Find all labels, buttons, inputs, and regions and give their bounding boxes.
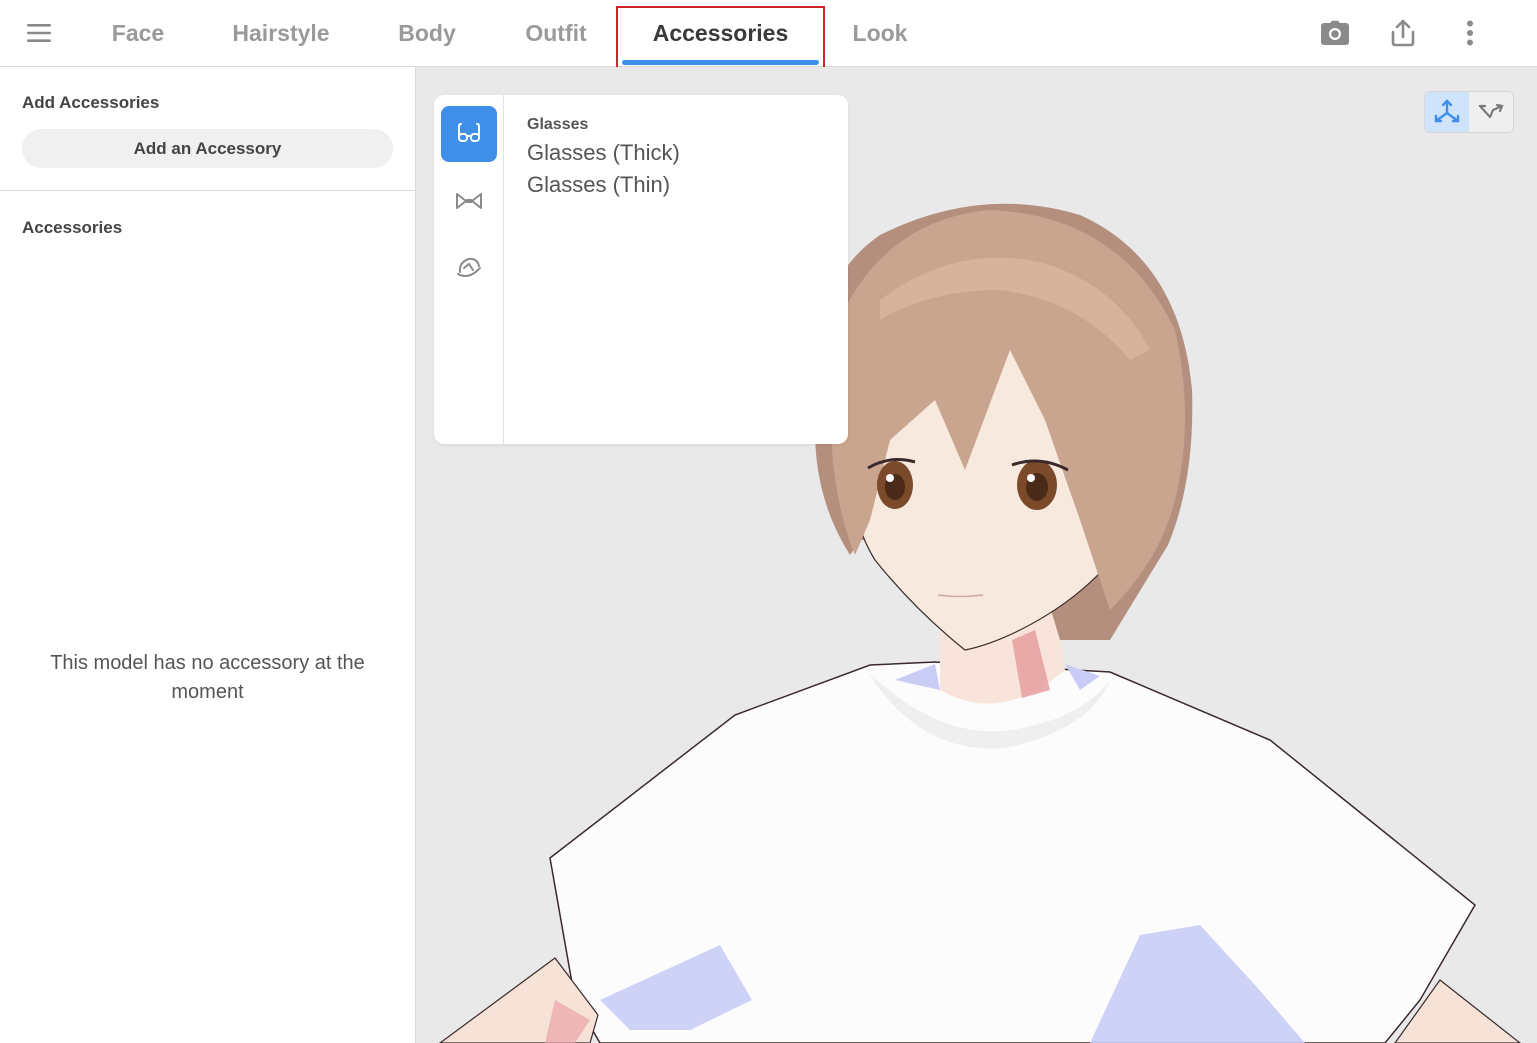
add-accessories-heading: Add Accessories	[22, 93, 160, 112]
share-button[interactable]	[1383, 14, 1423, 52]
active-tab-indicator	[622, 60, 819, 65]
more-vertical-icon	[1467, 20, 1473, 46]
menu-button[interactable]	[22, 18, 56, 48]
tab-outfit[interactable]: Outfit	[514, 0, 598, 66]
tab-hairstyle[interactable]: Hairstyle	[222, 0, 340, 66]
accessory-category-bar	[434, 95, 504, 444]
glasses-icon	[458, 123, 480, 142]
camera-button[interactable]	[1315, 14, 1355, 52]
accessories-list-heading: Accessories	[22, 218, 123, 237]
menu-icon	[27, 24, 51, 42]
axes-icon	[1434, 99, 1460, 123]
top-bar: Face Hairstyle Body Outfit Accessories L…	[0, 0, 1537, 74]
tab-look[interactable]: Look	[842, 0, 918, 66]
share-icon	[1391, 19, 1415, 47]
add-accessory-button[interactable]: Add an Accessory	[22, 129, 393, 168]
pose-view-button[interactable]	[1469, 92, 1513, 132]
bow-tie-icon	[456, 193, 482, 209]
accessories-panel: Add Accessories Add an Accessory Accesso…	[0, 67, 416, 1043]
camera-icon	[1321, 20, 1349, 45]
view-mode-toggle	[1424, 91, 1514, 133]
axes-view-button[interactable]	[1425, 92, 1469, 132]
tab-body[interactable]: Body	[390, 0, 464, 66]
accessory-option-glasses-thin[interactable]: Glasses (Thin)	[527, 172, 670, 198]
category-hat-button[interactable]	[441, 240, 497, 296]
hat-icon	[457, 257, 481, 277]
category-title: Glasses	[527, 116, 589, 133]
accessory-option-glasses-thick[interactable]: Glasses (Thick)	[527, 140, 680, 166]
more-button[interactable]	[1450, 14, 1490, 52]
category-glasses-button[interactable]	[441, 106, 497, 162]
hand-pose-icon	[1478, 103, 1504, 119]
panel-divider	[0, 190, 415, 191]
category-bow-tie-button[interactable]	[441, 173, 497, 229]
empty-accessories-message: This model has no accessory at the momen…	[50, 652, 365, 703]
tab-accessories[interactable]: Accessories	[622, 0, 819, 66]
tab-face[interactable]: Face	[100, 0, 176, 66]
accessory-picker-popup: Glasses Glasses (Thick) Glasses (Thin)	[434, 95, 848, 444]
